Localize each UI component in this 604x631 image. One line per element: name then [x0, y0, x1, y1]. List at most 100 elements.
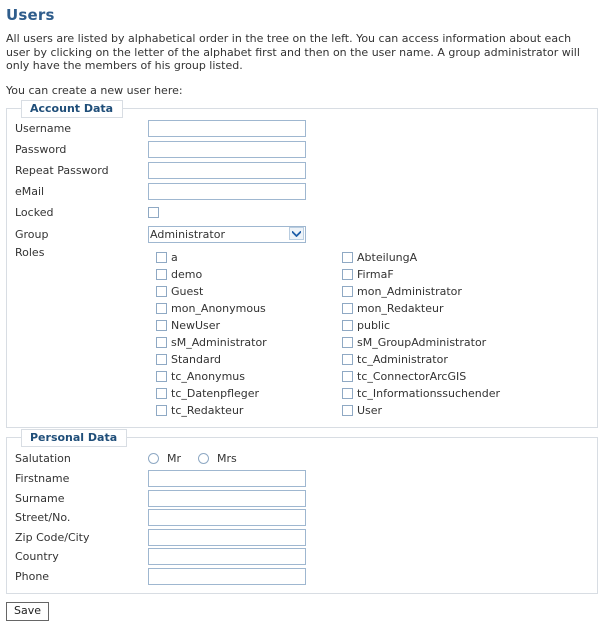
- radio-label: Mrs: [217, 451, 237, 465]
- label-salutation: Salutation: [15, 452, 71, 465]
- field-row-password: Password: [7, 139, 597, 160]
- username-input[interactable]: [148, 120, 306, 137]
- label-zip-city: Zip Code/City: [15, 530, 90, 544]
- role-label: demo: [171, 267, 203, 281]
- role-item[interactable]: public: [342, 317, 597, 334]
- zip-city-input[interactable]: [148, 528, 306, 546]
- role-item[interactable]: AbteilungA: [342, 249, 597, 266]
- role-item[interactable]: tc_Administrator: [342, 351, 597, 368]
- role-item[interactable]: tc_Informationssuchender: [342, 385, 597, 402]
- field-row-salutation: Salutation Mr Mrs: [7, 448, 597, 469]
- label-username: Username: [15, 122, 72, 135]
- label-email: eMail: [15, 185, 45, 198]
- role-label: tc_Redakteur: [171, 403, 244, 417]
- account-data-fieldset: Account Data Username Password Repeat Pa…: [0, 97, 604, 428]
- role-label: User: [357, 403, 383, 417]
- role-checkbox-sm-administrator[interactable]: [156, 337, 167, 348]
- role-item[interactable]: mon_Anonymous: [156, 300, 342, 317]
- role-checkbox-mon-anonymous[interactable]: [156, 303, 167, 314]
- role-checkbox-mon-redakteur[interactable]: [342, 303, 353, 314]
- role-checkbox-abteilunga[interactable]: [342, 252, 353, 263]
- role-label: a: [171, 250, 178, 264]
- role-label: mon_Administrator: [357, 284, 462, 298]
- phone-input[interactable]: [148, 567, 306, 585]
- role-item[interactable]: tc_Datenpfleger: [156, 385, 342, 402]
- roles-grid: a AbteilungA demo FirmaF Guest mon_Admin…: [156, 249, 597, 419]
- role-checkbox-mon-administrator[interactable]: [342, 286, 353, 297]
- role-checkbox-tc-informationssuchender[interactable]: [342, 388, 353, 399]
- salutation-option-mrs[interactable]: Mrs: [198, 451, 237, 465]
- role-item[interactable]: a: [156, 249, 342, 266]
- field-row-street: Street/No.: [7, 508, 597, 528]
- label-group: Group: [15, 228, 49, 241]
- group-select[interactable]: Administrator: [148, 226, 306, 243]
- salutation-radio-group: Mr Mrs: [148, 451, 254, 465]
- role-item[interactable]: sM_Administrator: [156, 334, 342, 351]
- country-input[interactable]: [148, 548, 306, 566]
- role-label: tc_Administrator: [357, 352, 448, 366]
- salutation-option-mr[interactable]: Mr: [148, 452, 181, 465]
- role-checkbox-guest[interactable]: [156, 286, 167, 297]
- role-item[interactable]: demo: [156, 266, 342, 283]
- password-input[interactable]: [148, 141, 306, 158]
- role-item[interactable]: Guest: [156, 283, 342, 300]
- role-checkbox-newuser[interactable]: [156, 320, 167, 331]
- radio-mr[interactable]: [148, 453, 159, 464]
- role-label: tc_Informationssuchender: [357, 386, 500, 400]
- role-checkbox-tc-redakteur[interactable]: [156, 405, 167, 416]
- role-checkbox-a[interactable]: [156, 252, 167, 263]
- role-item[interactable]: sM_GroupAdministrator: [342, 334, 597, 351]
- label-locked: Locked: [15, 206, 54, 219]
- personal-data-legend: Personal Data: [21, 429, 128, 447]
- role-label: Guest: [171, 284, 204, 298]
- role-item[interactable]: mon_Redakteur: [342, 300, 597, 317]
- role-checkbox-user[interactable]: [342, 405, 353, 416]
- role-label: tc_ConnectorArcGIS: [357, 369, 467, 383]
- radio-mrs[interactable]: [198, 453, 210, 464]
- intro-secondary-paragraph: You can create a new user here:: [6, 83, 183, 97]
- field-row-country: Country: [7, 547, 597, 567]
- role-checkbox-public[interactable]: [342, 320, 353, 331]
- button-bar: Save: [6, 602, 604, 621]
- role-label: mon_Redakteur: [357, 301, 444, 315]
- role-checkbox-standard[interactable]: [156, 354, 167, 365]
- role-item[interactable]: NewUser: [156, 317, 342, 334]
- role-checkbox-sm-groupadministrator[interactable]: [342, 337, 353, 348]
- label-phone: Phone: [15, 569, 50, 583]
- role-item[interactable]: tc_Redakteur: [156, 402, 342, 419]
- role-checkbox-tc-anonymus[interactable]: [156, 371, 167, 382]
- role-checkbox-tc-datenpfleger[interactable]: [156, 388, 167, 399]
- role-checkbox-tc-administrator[interactable]: [342, 354, 353, 365]
- label-password: Password: [15, 143, 67, 156]
- role-item[interactable]: FirmaF: [342, 266, 597, 283]
- role-label: FirmaF: [357, 267, 394, 281]
- field-row-email: eMail: [7, 181, 597, 202]
- role-checkbox-demo[interactable]: [156, 269, 167, 280]
- firstname-input[interactable]: [148, 470, 306, 488]
- role-label: Standard: [171, 352, 222, 366]
- save-button[interactable]: Save: [6, 602, 50, 621]
- role-checkbox-tc-connectorarcgis[interactable]: [342, 371, 353, 382]
- role-checkbox-firmaf[interactable]: [342, 269, 353, 280]
- field-row-group: Group Administrator: [7, 223, 597, 246]
- role-item[interactable]: tc_ConnectorArcGIS: [342, 368, 597, 385]
- account-data-box: Account Data Username Password Repeat Pa…: [6, 100, 598, 428]
- group-select-wrap: Administrator: [148, 226, 306, 243]
- role-item[interactable]: Standard: [156, 351, 342, 368]
- locked-checkbox[interactable]: [148, 207, 159, 218]
- role-item[interactable]: tc_Anonymus: [156, 368, 342, 385]
- email-input[interactable]: [148, 183, 306, 200]
- label-surname: Surname: [15, 491, 65, 505]
- role-item[interactable]: User: [342, 402, 597, 419]
- role-label: tc_Anonymus: [171, 369, 245, 383]
- label-roles: Roles: [15, 246, 45, 259]
- roles-area: a AbteilungA demo FirmaF Guest mon_Admin…: [7, 251, 597, 419]
- role-label: NewUser: [171, 318, 221, 332]
- street-input[interactable]: [148, 509, 306, 527]
- users-page: Users All users are listed by alphabetic…: [0, 6, 604, 631]
- repeat-password-input[interactable]: [148, 162, 306, 179]
- surname-input[interactable]: [148, 489, 306, 507]
- role-item[interactable]: mon_Administrator: [342, 283, 597, 300]
- personal-data-box: Personal Data Salutation Mr Mrs Firstnam…: [6, 429, 598, 594]
- role-label: sM_GroupAdministrator: [357, 335, 487, 349]
